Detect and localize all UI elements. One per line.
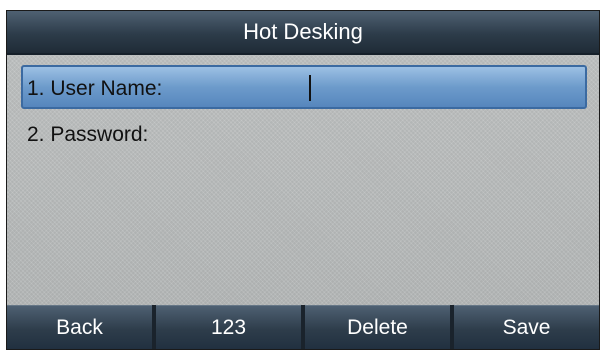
input-mode-softkey[interactable]: 123 xyxy=(156,305,301,349)
screen-title: Hot Desking xyxy=(7,11,599,55)
user-name-input[interactable] xyxy=(307,69,579,105)
user-name-label: 1. User Name: xyxy=(27,77,163,100)
back-softkey[interactable]: Back xyxy=(7,305,152,349)
password-input[interactable] xyxy=(305,115,577,151)
phone-screen: Hot Desking 1. User Name: 2. Password: B… xyxy=(6,10,600,350)
save-softkey[interactable]: Save xyxy=(454,305,599,349)
text-cursor xyxy=(309,75,311,101)
password-row[interactable]: 2. Password: xyxy=(21,113,587,157)
softkey-bar: Back 123 Delete Save xyxy=(7,305,599,349)
delete-softkey[interactable]: Delete xyxy=(305,305,450,349)
password-label: 2. Password: xyxy=(27,123,149,146)
user-name-row[interactable]: 1. User Name: xyxy=(21,65,587,109)
